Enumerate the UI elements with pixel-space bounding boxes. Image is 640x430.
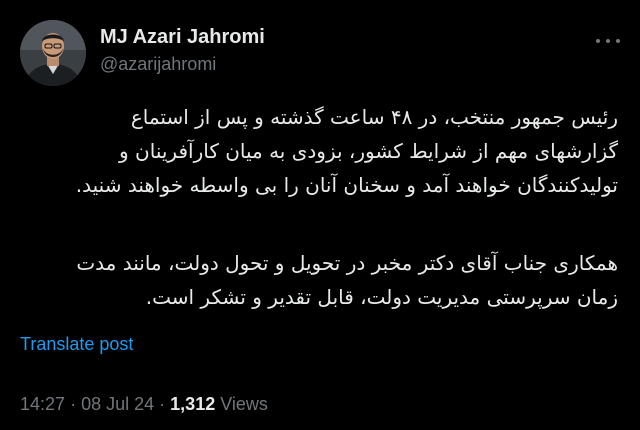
post-text-line: تولیدکنندگان خواهند آمد و سخنان آنان را … bbox=[75, 173, 618, 197]
more-dot bbox=[616, 39, 620, 43]
more-dot bbox=[606, 39, 610, 43]
post-text-line: رئیس جمهور منتخب، در ۴۸ ساعت گذشته و پس … bbox=[130, 105, 618, 129]
post-paragraph: همکاری جناب آقای دکتر مخبر در تحویل و تح… bbox=[18, 246, 618, 314]
post-text-line: زمان سرپرستی مدیریت دولت، قابل تقدیر و ت… bbox=[145, 285, 618, 309]
post-text-line: همکاری جناب آقای دکتر مخبر در تحویل و تح… bbox=[76, 251, 618, 275]
views-label: Views bbox=[220, 394, 268, 414]
author-name[interactable]: MJ Azari Jahromi bbox=[100, 24, 265, 50]
post-date[interactable]: 08 Jul 24 bbox=[81, 394, 154, 414]
post-text-line: گزارشهای مهم از شرایط کشور، بزودی به میا… bbox=[119, 139, 618, 163]
post-paragraph: رئیس جمهور منتخب، در ۴۸ ساعت گذشته و پس … bbox=[18, 100, 618, 202]
meta-separator: · bbox=[159, 394, 166, 414]
tweet-card: MJ Azari Jahromi @azarijahromi رئیس جمهو… bbox=[0, 0, 640, 430]
author-handle[interactable]: @azarijahromi bbox=[100, 52, 216, 76]
post-meta: 14:27 · 08 Jul 24 · 1,312 Views bbox=[20, 392, 268, 416]
avatar[interactable] bbox=[20, 20, 86, 86]
more-icon[interactable] bbox=[596, 34, 620, 48]
more-dot bbox=[596, 39, 600, 43]
translate-post-link[interactable]: Translate post bbox=[20, 332, 133, 356]
views-count: 1,312 bbox=[170, 394, 216, 414]
meta-separator: · bbox=[70, 394, 77, 414]
post-time[interactable]: 14:27 bbox=[20, 394, 65, 414]
avatar-photo bbox=[20, 20, 86, 86]
